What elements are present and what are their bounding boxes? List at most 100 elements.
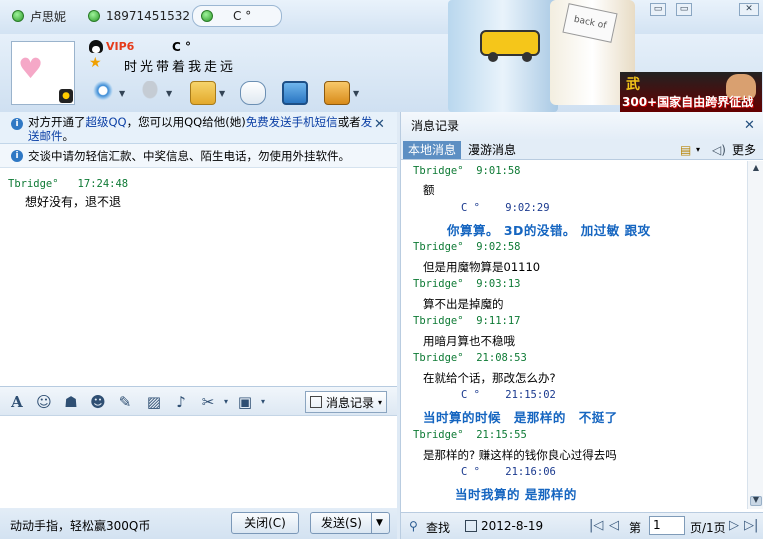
search-icon[interactable]: ⚲ — [409, 519, 418, 533]
chevron-down-icon[interactable]: ▾ — [254, 393, 272, 411]
image-icon[interactable]: ▨ — [145, 393, 163, 411]
history-item-header: Tbridge° 9:11:17 — [413, 315, 521, 327]
format-toolbar: A ☺ ☗ ☻ ✎ ▨ ♪ ✂ ▾ ▣ ▾ 消息记录 ▾ — [0, 386, 397, 416]
history-title: 消息记录 — [411, 119, 460, 133]
screenshot-scissors-icon[interactable]: ✂ — [199, 393, 217, 411]
history-sender: C ° — [461, 389, 480, 401]
history-time: 21:16:06 — [505, 466, 556, 478]
search-button[interactable]: 查找 — [426, 519, 450, 536]
wink-emoticon-icon[interactable]: ☻ — [89, 393, 107, 411]
send-button[interactable]: 发送(S) ▼ — [310, 512, 390, 534]
message-input[interactable] — [0, 416, 397, 508]
ad-banner[interactable]: 武 300+国家自由跨界征战 — [620, 72, 762, 112]
more-button[interactable]: 更多 — [727, 141, 761, 159]
calendar-icon — [310, 396, 322, 408]
history-time: 21:08:53 — [476, 352, 527, 364]
heart-icon: ♥ — [18, 52, 44, 85]
chevron-down-icon[interactable]: ▼ — [219, 89, 225, 98]
page-number-input[interactable]: 1 — [649, 516, 685, 535]
history-button-label: 消息记录 — [326, 395, 375, 410]
close-button[interactable]: 关闭(C) — [231, 512, 299, 534]
security-notice: i 交谈中请勿轻信汇款、中奖信息、陌生电话，勿使用外挂软件。 — [0, 144, 397, 168]
history-time: 21:15:02 — [505, 389, 556, 401]
tab-contact-1[interactable]: 卢思妮 — [12, 5, 66, 27]
promo-link[interactable]: 动动手指，轻松赢300Q币 — [10, 517, 150, 534]
super-qq-link[interactable]: 超级QQ — [86, 115, 127, 129]
magic-face-icon[interactable]: ☗ — [62, 393, 80, 411]
emoticon-icon[interactable]: ☺ — [35, 393, 53, 411]
history-sender: C ° — [461, 202, 480, 214]
chevron-down-icon[interactable]: ▼ — [119, 89, 125, 98]
info-icon: i — [11, 118, 23, 130]
voice-call-button[interactable]: ▼ — [137, 79, 172, 107]
contact-nickname: C ° — [172, 40, 191, 54]
notice-text: 。 — [62, 129, 75, 143]
scroll-up-icon[interactable]: ▲ — [750, 163, 762, 175]
avatar[interactable]: ♥ ● — [11, 41, 75, 105]
close-window-button[interactable]: ✕ — [739, 3, 759, 16]
history-item-header: C ° 21:16:06 — [461, 466, 556, 478]
contact-signature: 时光带着我走远 — [124, 60, 237, 75]
folder-arrow-icon — [190, 81, 216, 105]
minimize-button[interactable]: ▭ — [650, 3, 666, 16]
close-icon[interactable]: ✕ — [374, 118, 385, 132]
history-item-text: 你算算。 3D的没错。 加过敏 跟攻 — [447, 223, 651, 238]
history-tabs: 本地消息 漫游消息 ▤ ▾ ◁) 更多 — [401, 140, 763, 160]
video-call-button[interactable]: ▼ — [90, 79, 125, 107]
history-item-text: 算不出是掉魔的 — [423, 297, 504, 311]
music-icon[interactable]: ♪ — [172, 393, 190, 411]
prev-page-icon[interactable]: ◁ — [609, 518, 619, 533]
chevron-down-icon[interactable]: ▾ — [691, 141, 705, 159]
webcam-icon — [90, 81, 116, 105]
history-item-text: 是那样的? 赚这样的钱你良心过得去吗 — [423, 448, 617, 462]
tab-label: 卢思妮 — [30, 9, 67, 24]
first-page-icon[interactable]: |◁ — [589, 518, 603, 533]
ad-text: 300+国家自由跨界征战 — [622, 95, 754, 109]
history-date[interactable]: 2012-8-19 — [481, 519, 543, 533]
history-scrollbar[interactable]: ▲ ▼ — [747, 161, 763, 509]
penguin-icon — [89, 40, 103, 53]
chevron-down-icon[interactable]: ▼ — [376, 513, 383, 533]
chevron-down-icon[interactable]: ▼ — [166, 89, 172, 98]
notice-text: ，您可以用QQ给他(她) — [126, 115, 246, 129]
send-file-button[interactable]: ▼ — [190, 79, 225, 107]
chevron-down-icon[interactable]: ▾ — [217, 393, 235, 411]
scroll-down-icon[interactable]: ▼ — [750, 495, 762, 507]
create-discussion-button[interactable] — [240, 79, 266, 107]
history-item-header: Tbridge° 9:03:13 — [413, 278, 521, 290]
jar-illustration — [448, 0, 558, 112]
history-item-header: Tbridge° 21:15:55 — [413, 429, 527, 441]
online-status-icon — [12, 10, 24, 22]
font-icon[interactable]: A — [8, 393, 26, 411]
history-item-text: 在就给个话，那改怎么办? — [423, 371, 556, 385]
toolbox-icon[interactable]: ▣ — [236, 393, 254, 411]
history-item-text: 额 — [423, 183, 435, 197]
chevron-down-icon[interactable]: ▼ — [353, 89, 359, 98]
tab-label: 18971451532 — [106, 9, 190, 23]
tab-contact-2[interactable]: 18971451532 — [88, 5, 190, 27]
maximize-button[interactable]: ▭ — [676, 3, 692, 16]
tab-roaming-messages[interactable]: 漫游消息 — [463, 141, 521, 159]
tab-local-messages[interactable]: 本地消息 — [403, 141, 462, 159]
remote-assist-button[interactable] — [282, 79, 308, 107]
edit-icon[interactable]: ✎ — [116, 393, 134, 411]
last-page-icon[interactable]: ▷| — [744, 518, 758, 533]
apps-button[interactable]: ▼ — [324, 79, 359, 107]
next-page-icon[interactable]: ▷ — [729, 518, 739, 533]
history-sender: Tbridge° — [413, 165, 464, 177]
star-icon[interactable]: ★ — [89, 55, 102, 71]
tab-contact-3-active[interactable]: C ° — [192, 5, 282, 27]
calendar-icon[interactable] — [465, 520, 477, 532]
history-sender: Tbridge° — [413, 278, 464, 290]
history-footer: ⚲ 查找 2012-8-19 |◁ ◁ 第 1 页/1页 ▷ ▷| — [401, 512, 763, 539]
send-sms-link[interactable]: 免费发送手机短信 — [246, 115, 338, 129]
history-time: 9:02:29 — [505, 202, 550, 214]
message-history-button[interactable]: 消息记录 ▾ — [305, 391, 387, 413]
monitor-icon — [282, 81, 308, 105]
chat-footer: 动动手指，轻松赢300Q币 关闭(C) 发送(S) ▼ — [0, 508, 397, 539]
chat-bubble-add-icon — [240, 81, 266, 105]
qq-penguin-icon: ● — [59, 89, 73, 103]
close-icon[interactable]: ✕ — [744, 112, 755, 140]
vip-badge[interactable]: VIP6 — [89, 40, 134, 53]
history-item-text: 用暗月算也不稳哦 — [423, 334, 515, 348]
